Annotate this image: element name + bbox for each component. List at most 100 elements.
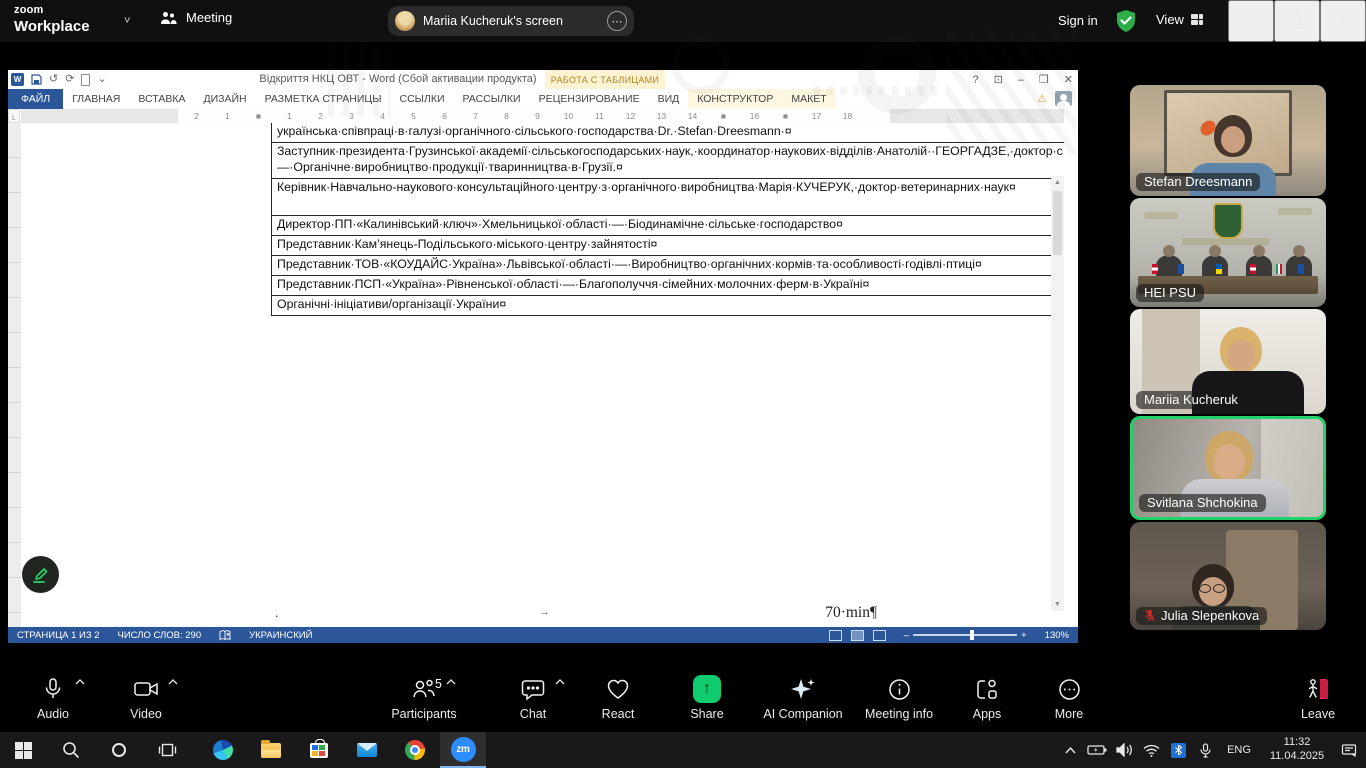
proofing-icon[interactable] (219, 630, 231, 641)
zoom-slider[interactable] (913, 634, 1017, 636)
cell-ukrainian[interactable]: Директор·ПП·«Калинівський·ключ»·Хмельниц… (272, 215, 1065, 235)
meeting-info-button[interactable]: Meeting info (854, 676, 944, 721)
share-button[interactable]: ↑ Share (662, 676, 752, 721)
leave-button[interactable]: Leave (1273, 676, 1363, 721)
ribbon-tab[interactable]: ССЫЛКИ (390, 89, 453, 109)
tab-meeting[interactable]: Meeting (160, 10, 232, 25)
document-page[interactable]: українська·співпраці·в·галузі·органічног… (21, 123, 1064, 627)
ribbon-tab[interactable]: РАЗМЕТКА СТРАНИЦЫ (256, 89, 391, 109)
horizontal-ruler[interactable]: L 21■1234567891011121314■16■1718 (21, 109, 1064, 123)
word-restore-icon[interactable]: ❐ (1039, 73, 1049, 86)
video-tile-hei-psu[interactable]: HEI PSU (1130, 198, 1326, 307)
search-button[interactable] (48, 732, 94, 768)
scrollbar-thumb[interactable] (1053, 191, 1062, 255)
video-button[interactable]: Video (101, 676, 191, 721)
print-layout-icon[interactable] (851, 630, 864, 641)
account-icon[interactable] (1055, 91, 1072, 106)
scroll-up-icon[interactable]: ▲ (1051, 176, 1064, 189)
annotate-button[interactable] (22, 556, 59, 593)
window-maximize-button[interactable]: ❐ (1274, 0, 1320, 42)
zoom-slider-thumb[interactable] (970, 630, 974, 640)
sign-in-button[interactable]: Sign in (1058, 13, 1098, 28)
microsoft-store-button[interactable] (296, 732, 342, 768)
cell-ukrainian[interactable]: Керівник·Навчально-наукового·консультаці… (272, 178, 1065, 215)
view-button[interactable]: View (1156, 12, 1203, 27)
ribbon-tab[interactable]: ВСТАВКА (129, 89, 194, 109)
chat-options-chevron-icon[interactable] (555, 679, 565, 685)
undo-icon[interactable]: ↺ (49, 73, 58, 86)
zoom-app-button-active[interactable]: zm (440, 732, 486, 768)
edge-button[interactable] (200, 732, 246, 768)
word-close-icon[interactable]: ✕ (1064, 73, 1073, 86)
video-tile-julia-slepenkova[interactable]: Julia Slepenkova (1130, 522, 1326, 630)
zoom-in-icon[interactable]: + (1021, 630, 1027, 641)
window-close-button[interactable]: ✕ (1320, 0, 1366, 42)
volume-icon[interactable] (1111, 732, 1138, 768)
file-explorer-button[interactable] (248, 732, 294, 768)
video-tile-stefan-dreesmann[interactable]: Stefan Dreesmann (1130, 85, 1326, 196)
ribbon-display-icon[interactable]: ⊡ (994, 73, 1003, 86)
video-tile-svitlana-shchokina-active-speaker[interactable]: Svitlana Shchokina (1130, 416, 1326, 520)
chrome-button[interactable] (392, 732, 438, 768)
participants-options-chevron-icon[interactable] (446, 679, 456, 685)
ribbon-contextual-tab[interactable]: МАКЕТ (782, 89, 835, 109)
mail-button[interactable] (344, 732, 390, 768)
bluetooth-icon[interactable] (1165, 732, 1192, 768)
video-tile-mariia-kucheruk[interactable]: Mariia Kucheruk (1130, 309, 1326, 414)
ribbon-tab[interactable]: ДИЗАЙН (194, 89, 255, 109)
vertical-ruler[interactable] (8, 123, 21, 627)
chat-button[interactable]: Chat (488, 676, 578, 721)
chevron-down-icon[interactable]: ˅ (124, 15, 130, 27)
page-indicator[interactable]: СТРАНИЦА 1 ИЗ 2 (17, 630, 100, 641)
ribbon-tab[interactable]: ГЛАВНАЯ (63, 89, 129, 109)
cell-ukrainian[interactable]: Представник·Кам’янець-Подільського·міськ… (272, 235, 1065, 255)
task-view-button[interactable] (144, 732, 190, 768)
language-indicator[interactable]: УКРАИНСКИЙ (249, 630, 312, 641)
taskbar-clock[interactable]: 11:32 11.04.2025 (1259, 732, 1335, 768)
tab-selector-icon[interactable]: L (8, 109, 20, 123)
read-mode-icon[interactable] (829, 630, 842, 641)
video-options-chevron-icon[interactable] (168, 679, 178, 685)
web-layout-icon[interactable] (873, 630, 886, 641)
cell-ukrainian[interactable]: Представник·ТОВ·«КОУДАЙС·Україна»·Львівс… (272, 255, 1065, 275)
ribbon-tab[interactable]: ВИД (649, 89, 689, 109)
start-button[interactable] (0, 732, 46, 768)
ribbon-tab[interactable]: РАССЫЛКИ (454, 89, 530, 109)
audio-options-chevron-icon[interactable] (75, 679, 85, 685)
zoom-out-icon[interactable]: – (904, 630, 909, 641)
ribbon-contextual-tab[interactable]: КОНСТРУКТОР (688, 89, 782, 109)
react-button[interactable]: React (573, 676, 663, 721)
zoom-level[interactable]: 130% (1045, 630, 1069, 641)
cell-ukrainian[interactable]: Заступник·президента·Грузинської·академі… (272, 143, 1065, 179)
cell-ukrainian[interactable]: Органічні·ініціативи/організації·України… (272, 295, 1065, 315)
participants-button[interactable]: Participants 5 (379, 676, 469, 721)
save-icon[interactable] (31, 74, 42, 85)
document-footer-line[interactable]: . → 70·min¶ (271, 604, 871, 624)
cortana-button[interactable] (96, 732, 142, 768)
activation-warning-icon[interactable]: ⚠ (1037, 92, 1047, 105)
more-options-icon[interactable]: ⋯ (607, 11, 627, 31)
tab-file[interactable]: ФАЙЛ (8, 89, 63, 109)
action-center-icon[interactable] (1335, 732, 1362, 768)
window-minimize-button[interactable]: – (1228, 0, 1274, 42)
battery-icon[interactable] (1084, 732, 1111, 768)
word-count[interactable]: ЧИСЛО СЛОВ: 290 (118, 630, 202, 641)
apps-button[interactable]: Apps (942, 676, 1032, 721)
keyboard-language[interactable]: ENG (1219, 732, 1259, 768)
shared-screen-pill[interactable]: Mariia Kucheruk's screen ⋯ (388, 6, 634, 36)
cell-ukrainian[interactable]: Представник·ПСП·«Україна»·Рівненської·об… (272, 275, 1065, 295)
ai-companion-button[interactable]: AI Companion (758, 676, 848, 721)
security-shield-icon[interactable] (1115, 9, 1137, 33)
tray-microphone-icon[interactable] (1192, 732, 1219, 768)
qat-customize-icon[interactable]: ⌄ (97, 73, 106, 86)
new-document-icon[interactable] (81, 74, 90, 86)
document-scrollbar[interactable]: ▲ ▼ (1051, 176, 1064, 611)
hidden-icons-chevron-icon[interactable] (1057, 732, 1084, 768)
audio-button[interactable]: Audio (8, 676, 98, 721)
help-icon[interactable]: ? (972, 74, 978, 86)
scroll-down-icon[interactable]: ▼ (1051, 598, 1064, 611)
cell-ukrainian[interactable]: українська·співпраці·в·галузі·органічног… (272, 123, 1065, 143)
word-minimize-icon[interactable]: – (1018, 74, 1024, 86)
wifi-icon[interactable] (1138, 732, 1165, 768)
ribbon-tab[interactable]: РЕЦЕНЗИРОВАНИЕ (530, 89, 649, 109)
